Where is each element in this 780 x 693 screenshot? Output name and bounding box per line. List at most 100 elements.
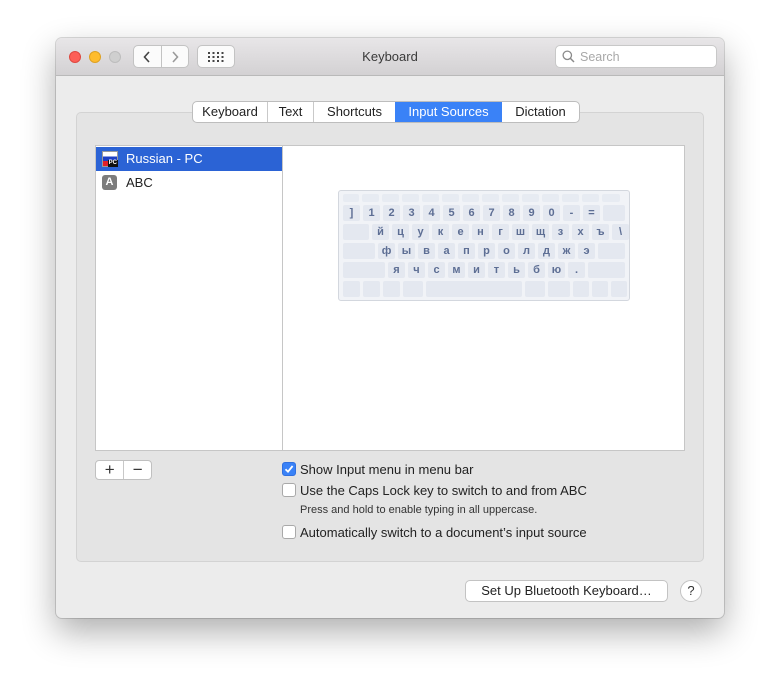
keyboard-function-key (362, 194, 379, 202)
keyboard-key: ы (398, 243, 415, 259)
keyboard-key: п (458, 243, 475, 259)
tab-shortcuts[interactable]: Shortcuts (313, 102, 395, 122)
keyboard-key: 1 (363, 205, 380, 221)
keyboard-key: е (452, 224, 469, 240)
caps-lock-hint: Press and hold to enable typing in all u… (300, 504, 538, 516)
keyboard-key: э (578, 243, 595, 259)
show-input-menu-checkbox[interactable] (282, 462, 296, 476)
keyboard-modifier-key (363, 281, 380, 297)
keyboard-function-key (602, 194, 620, 202)
keyboard-key: м (448, 262, 465, 278)
keyboard-key: 8 (503, 205, 520, 221)
keyboard-modifier-key (548, 281, 570, 297)
keyboard-modifier-key (343, 281, 360, 297)
keyboard-key: 7 (483, 205, 500, 221)
keyboard-key: ф (378, 243, 395, 259)
russian-flag-icon: PC (102, 151, 118, 167)
keyboard-key: 5 (443, 205, 460, 221)
keyboard-function-key (562, 194, 579, 202)
keyboard-modifier-key (592, 281, 608, 297)
title-bar: Keyboard (56, 38, 724, 76)
keyboard-layout-preview: ] 1 2 3 4 5 6 7 8 9 0- = й ц у к е н г ш щ з х ъ \ ф ы в а п р о л д ж э я ч с… (282, 145, 685, 451)
tab-text[interactable]: Text (267, 102, 313, 122)
auto-switch-checkbox[interactable] (282, 525, 296, 539)
keyboard-key: ц (392, 224, 409, 240)
list-item-abc[interactable]: A ABC (96, 171, 282, 195)
abc-letter-icon: A (102, 175, 117, 190)
checkmark-icon (284, 465, 294, 474)
keyboard-key: щ (532, 224, 549, 240)
keyboard-key: - (563, 205, 580, 221)
keyboard-key: ю (548, 262, 565, 278)
keyboard-modifier-key (573, 281, 589, 297)
keyboard-function-key (522, 194, 539, 202)
keyboard-key: о (498, 243, 515, 259)
keyboard-key: ш (512, 224, 529, 240)
keyboard-modifier-key (403, 281, 423, 297)
caps-lock-switch-label: Use the Caps Lock key to switch to and f… (300, 483, 587, 498)
keyboard-key: 4 (423, 205, 440, 221)
keyboard-function-key (402, 194, 419, 202)
input-sources-list[interactable]: PC Russian - PC A ABC (95, 145, 283, 451)
search-field[interactable] (555, 45, 717, 68)
keyboard-key: 2 (383, 205, 400, 221)
keyboard-key: д (538, 243, 555, 259)
keyboard-modifier-key (343, 262, 385, 278)
keyboard-key: . (568, 262, 585, 278)
keyboard-function-key (482, 194, 499, 202)
keyboard-key: й (372, 224, 389, 240)
keyboard-key: ч (408, 262, 425, 278)
keyboard-key: р (478, 243, 495, 259)
keyboard-key: 3 (403, 205, 420, 221)
help-button[interactable]: ? (680, 580, 702, 602)
keyboard-modifier-key (588, 262, 625, 278)
remove-source-button[interactable]: − (123, 461, 151, 479)
keyboard-key: ] (343, 205, 360, 221)
show-input-menu-label: Show Input menu in menu bar (300, 462, 474, 477)
keyboard-key: н (472, 224, 489, 240)
keyboard-key: и (468, 262, 485, 278)
keyboard-key: б (528, 262, 545, 278)
keyboard-key: 6 (463, 205, 480, 221)
keyboard-function-key (382, 194, 399, 202)
keyboard-function-key (542, 194, 559, 202)
keyboard-modifier-key (611, 281, 627, 297)
keyboard-key: х (572, 224, 589, 240)
keyboard-key: ж (558, 243, 575, 259)
keyboard-function-key (343, 194, 359, 202)
setup-bluetooth-keyboard-button[interactable]: Set Up Bluetooth Keyboard… (465, 580, 668, 602)
list-controls: + − (95, 460, 152, 480)
keyboard-function-key (462, 194, 479, 202)
add-source-button[interactable]: + (96, 461, 123, 479)
keyboard-function-key (442, 194, 459, 202)
keyboard-key: в (418, 243, 435, 259)
keyboard-key: ъ (592, 224, 609, 240)
keyboard-modifier-key (383, 281, 400, 297)
search-input[interactable] (578, 48, 708, 65)
keyboard-modifier-key (343, 243, 375, 259)
caps-lock-switch-checkbox[interactable] (282, 483, 296, 497)
keyboard-key: а (438, 243, 455, 259)
tab-bar: Keyboard Text Shortcuts Input Sources Di… (192, 101, 580, 123)
keyboard-key: з (552, 224, 569, 240)
tab-dictation[interactable]: Dictation (501, 102, 579, 122)
tab-keyboard[interactable]: Keyboard (193, 102, 267, 122)
tab-input-sources[interactable]: Input Sources (395, 102, 501, 122)
keyboard-key: к (432, 224, 449, 240)
keyboard-key: = (583, 205, 600, 221)
source-label: Russian - PC (126, 151, 203, 166)
keyboard-modifier-key (598, 243, 625, 259)
keyboard-key: я (388, 262, 405, 278)
keyboard-preferences-window: Keyboard Keyboard Text Shortcuts Input S… (56, 38, 724, 618)
keyboard-key: т (488, 262, 505, 278)
keyboard-modifier-key (525, 281, 545, 297)
keyboard-key: \ (612, 224, 629, 240)
keyboard-key: у (412, 224, 429, 240)
keyboard-modifier-key (426, 281, 522, 297)
keyboard-modifier-key (343, 224, 369, 240)
keyboard-key: г (492, 224, 509, 240)
keyboard-key: л (518, 243, 535, 259)
keyboard-image: ] 1 2 3 4 5 6 7 8 9 0- = й ц у к е н г ш щ з х ъ \ ф ы в а п р о л д ж э я ч с… (338, 190, 630, 301)
list-item-russian-pc[interactable]: PC Russian - PC (96, 147, 282, 171)
keyboard-function-key (502, 194, 519, 202)
